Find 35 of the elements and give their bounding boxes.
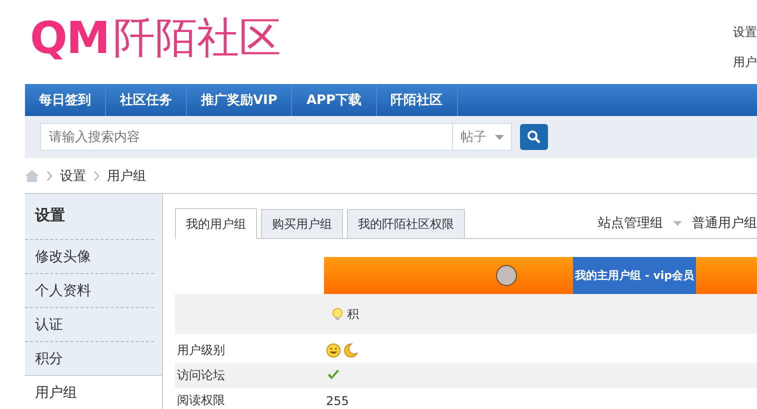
chevron-icon [94,170,99,180]
caret-icon[interactable] [673,220,682,226]
top-link[interactable]: 设置 [733,24,757,41]
sidebar-item[interactable]: 修改头像 [25,239,154,273]
sidebar-title: 设置 [34,205,66,226]
tab[interactable]: 我的用户组 [175,208,257,239]
sidebar-item[interactable]: 认证 [25,307,154,341]
row-label: 阅读权限 [176,392,226,409]
column-header: 积 [347,306,359,322]
row-label: 访问论坛 [176,367,226,384]
row-label: 用户级别 [176,342,226,359]
chevron-icon [47,170,52,180]
caret-icon[interactable] [494,134,504,140]
sidebar-item[interactable]: 个人资料 [25,273,154,307]
logo-mark[interactable]: QM [30,12,110,64]
group-label: 我的主用户组 - vip会员 [573,257,696,294]
circle-icon [496,265,517,286]
sidebar-item[interactable]: 用户组 [25,375,162,409]
group-link[interactable]: 站点管理组 [598,214,663,232]
search-field[interactable]: 请输入搜索内容 [40,123,452,151]
breadcrumb-link[interactable]: 用户组 [107,166,146,184]
site-name: 阡陌社区 [113,12,282,64]
moon-icon [343,343,358,358]
search-button[interactable] [520,124,548,150]
tab[interactable]: 我的阡陌社区权限 [347,209,465,238]
table-cell: 255 [326,394,349,408]
search-icon [527,130,541,144]
group-link[interactable]: 普通用户组 [692,214,757,232]
smiley-icon [326,343,341,358]
lightbulb-icon [330,306,345,322]
breadcrumb-link[interactable]: 设置 [60,166,86,184]
tab[interactable]: 购买用户组 [261,209,343,238]
home-icon[interactable] [25,170,39,182]
top-link[interactable]: 用户 [733,54,757,71]
scope-dropdown[interactable]: 帖子 [452,123,512,151]
